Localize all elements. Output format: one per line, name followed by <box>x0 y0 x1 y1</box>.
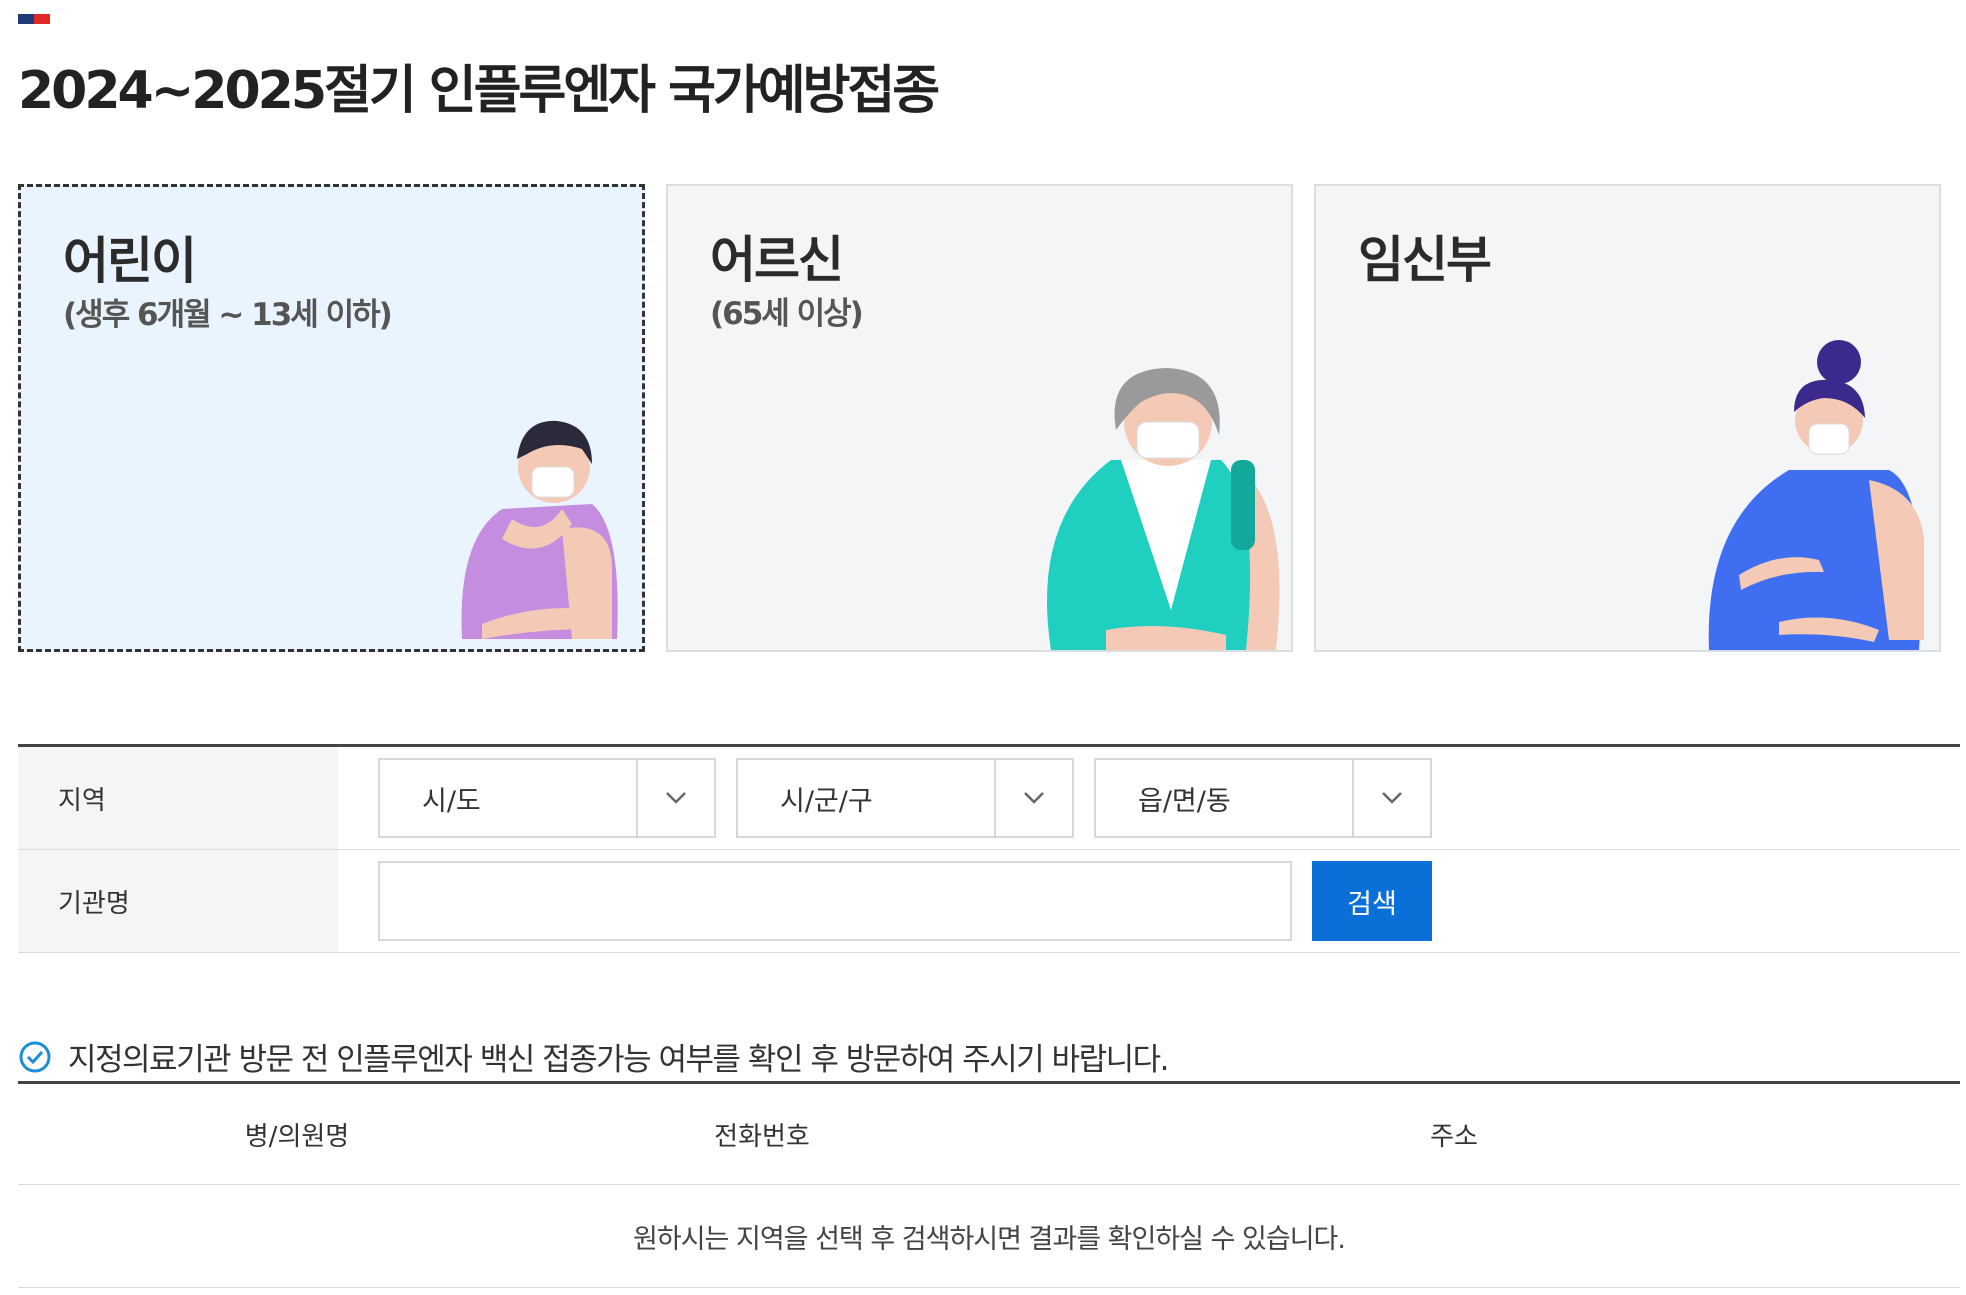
card-title: 어르신 <box>710 231 844 289</box>
results-table: 병/의원명 전화번호 주소 원하시는 지역을 선택 후 검색하시면 결과를 확인… <box>18 1081 1960 1288</box>
notice: 지정의료기관 방문 전 인플루엔자 백신 접종가능 여부를 확인 후 방문하여 … <box>18 1034 1170 1079</box>
card-children[interactable]: 어린이 (생후 6개월 ~ 13세 이하) <box>18 184 645 652</box>
card-title: 어린이 <box>63 232 197 290</box>
sido-select[interactable]: 시/도 <box>378 758 716 838</box>
chevron-down-icon <box>1352 760 1430 836</box>
column-hospital-name: 병/의원명 <box>18 1082 576 1185</box>
sigungu-select[interactable]: 시/군/구 <box>736 758 1074 838</box>
card-subtitle: (생후 6개월 ~ 13세 이하) <box>63 297 393 333</box>
column-address: 주소 <box>948 1082 1960 1185</box>
sido-value: 시/도 <box>422 785 481 817</box>
institution-name-input[interactable] <box>378 861 1292 941</box>
column-phone: 전화번호 <box>576 1082 948 1185</box>
child-vaccination-illustration <box>461 420 618 639</box>
empty-message: 원하시는 지역을 선택 후 검색하시면 결과를 확인하실 수 있습니다. <box>18 1184 1960 1288</box>
search-form: 지역 시/도 시/군/구 읍/면/동 기관명 검색 <box>18 744 1960 953</box>
eupmyeondong-select[interactable]: 읍/면/동 <box>1094 758 1432 838</box>
search-button[interactable]: 검색 <box>1312 861 1432 941</box>
table-header: 병/의원명 전화번호 주소 <box>18 1082 1960 1185</box>
eupmyeondong-value: 읍/면/동 <box>1138 785 1231 817</box>
flag-icon <box>18 14 50 24</box>
institution-row: 기관명 검색 <box>18 850 1960 953</box>
target-cards: 어린이 (생후 6개월 ~ 13세 이하) 어르신 (65세 이상) 임신부 <box>18 184 1942 654</box>
chevron-down-icon <box>994 760 1072 836</box>
notice-text: 지정의료기관 방문 전 인플루엔자 백신 접종가능 여부를 확인 후 방문하여 … <box>68 1042 1170 1078</box>
page-title: 2024~2025절기 인플루엔자 국가예방접종 <box>18 61 940 121</box>
card-seniors[interactable]: 어르신 (65세 이상) <box>666 184 1293 652</box>
pregnant-vaccination-illustration <box>1708 340 1924 650</box>
senior-vaccination-illustration <box>1047 368 1280 650</box>
card-subtitle: (65세 이상) <box>710 296 864 332</box>
region-row: 지역 시/도 시/군/구 읍/면/동 <box>18 747 1960 850</box>
institution-label: 기관명 <box>18 850 338 952</box>
check-circle-icon <box>19 1041 51 1072</box>
card-title: 임신부 <box>1358 231 1492 289</box>
region-label: 지역 <box>18 747 338 849</box>
sigungu-value: 시/군/구 <box>780 785 873 817</box>
chevron-down-icon <box>636 760 714 836</box>
table-row: 원하시는 지역을 선택 후 검색하시면 결과를 확인하실 수 있습니다. <box>18 1184 1960 1288</box>
card-pregnant[interactable]: 임신부 <box>1314 184 1941 652</box>
